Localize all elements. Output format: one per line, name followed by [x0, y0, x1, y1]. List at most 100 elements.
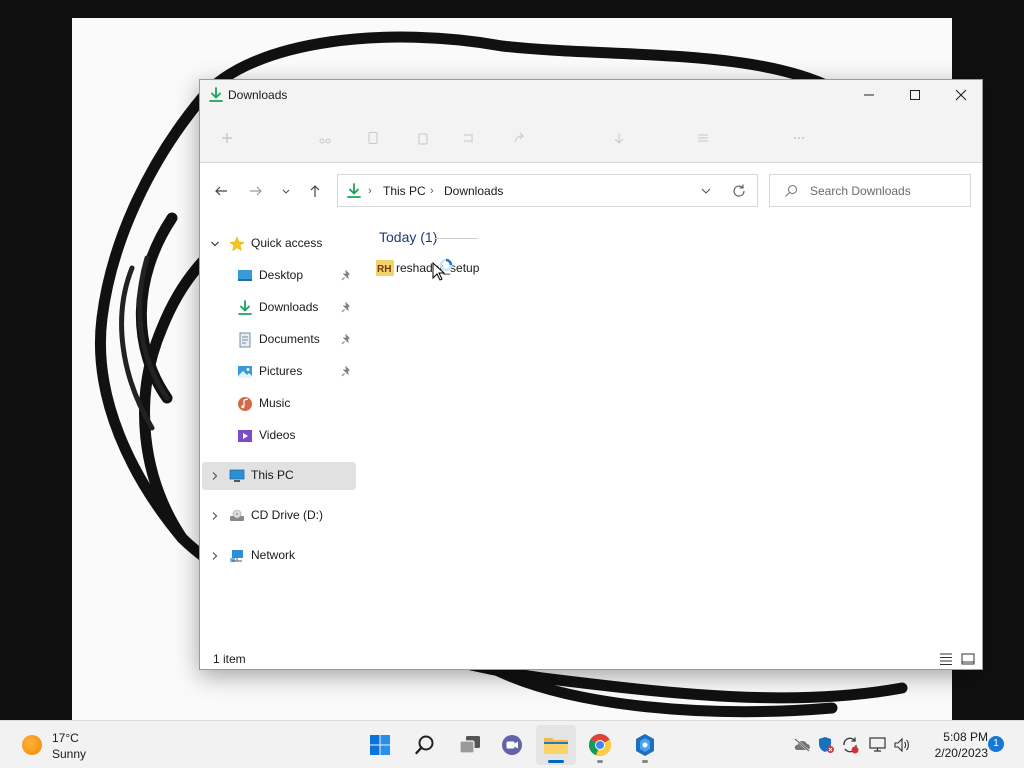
speaker-icon	[894, 737, 909, 753]
new-button[interactable]	[220, 130, 234, 146]
update-icon[interactable]	[840, 735, 860, 755]
monitor-icon	[869, 737, 886, 752]
copy-button[interactable]	[366, 130, 380, 146]
breadcrumb-separator: ›	[430, 185, 434, 197]
computer-icon	[229, 469, 245, 482]
sidebar-item-label: Videos	[259, 428, 296, 442]
sidebar-item-network[interactable]: Network	[202, 542, 356, 570]
view-icon	[698, 134, 708, 142]
share-icon	[514, 132, 524, 143]
breadcrumb-downloads[interactable]: Downloads	[444, 184, 503, 198]
cut-button[interactable]	[318, 130, 332, 146]
minimize-icon	[864, 94, 874, 96]
minimize-button[interactable]	[846, 80, 892, 110]
network-icon	[230, 550, 243, 562]
weather-widget[interactable]: 17°C Sunny	[20, 729, 100, 763]
sidebar-item-music[interactable]: Music	[202, 390, 356, 418]
list-item[interactable]: RH reshader_setup	[376, 258, 496, 281]
sidebar-item-videos[interactable]: Videos	[202, 422, 356, 450]
running-indicator	[642, 760, 648, 763]
sort-icon	[614, 133, 624, 144]
defender-icon[interactable]	[816, 735, 836, 755]
more-icon	[794, 137, 804, 139]
breadcrumb-this-pc[interactable]: This PC	[383, 184, 426, 198]
file-list: Today (1) RH reshader_setup	[370, 220, 970, 650]
notification-badge[interactable]: 1	[988, 736, 1004, 752]
chevron-down-icon[interactable]	[698, 183, 714, 199]
sidebar-item-documents[interactable]: Documents	[202, 326, 356, 354]
downloads-icon	[238, 300, 252, 315]
back-button[interactable]	[210, 180, 232, 202]
clock[interactable]: 5:08 PM 2/20/2023	[918, 730, 988, 760]
onedrive-icon[interactable]	[792, 735, 812, 755]
details-view-icon[interactable]	[938, 651, 954, 667]
svg-text:RH: RH	[377, 264, 391, 275]
copy-icon	[368, 132, 378, 144]
maximize-icon	[910, 90, 920, 100]
chevron-right-icon	[212, 512, 218, 520]
chevron-right-icon	[212, 472, 218, 480]
sidebar-item-label: Desktop	[259, 268, 304, 282]
forward-button[interactable]	[245, 180, 267, 202]
weather-temperature: 17°C	[52, 731, 79, 745]
sidebar-item-label: Network	[251, 548, 296, 562]
up-button[interactable]	[304, 180, 326, 202]
cut-icon	[319, 138, 331, 144]
maximize-button[interactable]	[892, 80, 938, 110]
rename-button[interactable]	[462, 130, 476, 146]
sidebar-item-cd-drive[interactable]: CD Drive (D:)	[202, 502, 356, 530]
chevron-down-icon	[211, 241, 219, 247]
sidebar-item-desktop[interactable]: Desktop	[202, 262, 356, 290]
clock-time: 5:08 PM	[943, 730, 988, 744]
file-explorer-window: Downloads › This PC › Downloads Search D…	[199, 79, 983, 670]
pin-icon[interactable]	[340, 270, 352, 282]
group-header[interactable]: Today (1)	[379, 229, 437, 245]
search-icon	[415, 735, 434, 755]
search-box[interactable]: Search Downloads	[769, 174, 971, 207]
chrome-icon	[588, 734, 612, 757]
file-explorer-taskbar-button[interactable]	[536, 725, 576, 765]
breadcrumb-separator: ›	[368, 185, 372, 197]
recent-locations-button[interactable]	[275, 180, 297, 202]
paste-icon	[418, 133, 428, 145]
clock-date: 2/20/2023	[934, 746, 988, 760]
refresh-icon[interactable]	[730, 182, 748, 200]
more-button[interactable]	[792, 130, 806, 146]
title-bar[interactable]: Downloads	[200, 80, 982, 110]
start-button[interactable]	[360, 725, 400, 765]
sun-icon	[22, 735, 42, 755]
network-tray-icon[interactable]	[868, 735, 888, 755]
large-icons-view-icon[interactable]	[960, 651, 976, 667]
chat-button[interactable]	[492, 725, 532, 765]
mouse-cursor-icon	[432, 262, 446, 281]
arrow-up-icon	[310, 185, 320, 197]
share-button[interactable]	[512, 130, 526, 146]
videos-icon	[238, 430, 252, 442]
task-view-button[interactable]	[450, 725, 490, 765]
taskbar-search-button[interactable]	[405, 725, 445, 765]
sidebar-item-quick-access[interactable]: Quick access	[202, 230, 356, 258]
view-button[interactable]	[696, 130, 710, 146]
pin-icon[interactable]	[340, 366, 352, 378]
pin-icon[interactable]	[340, 302, 352, 314]
sidebar-item-downloads[interactable]: Downloads	[202, 294, 356, 322]
address-bar[interactable]: › This PC › Downloads	[337, 174, 758, 207]
sidebar-item-this-pc[interactable]: This PC	[202, 462, 356, 490]
downloads-icon	[347, 183, 361, 198]
chat-icon	[502, 735, 522, 755]
command-bar	[200, 110, 982, 163]
sidebar-item-label: Music	[259, 396, 291, 410]
close-button[interactable]	[938, 80, 982, 110]
app-button[interactable]	[625, 725, 665, 765]
chrome-button[interactable]	[580, 725, 620, 765]
sidebar-item-pictures[interactable]: Pictures	[202, 358, 356, 386]
plus-icon	[222, 133, 232, 143]
paste-button[interactable]	[416, 130, 430, 146]
sort-button[interactable]	[612, 130, 626, 146]
status-bar: 1 item	[200, 650, 982, 669]
documents-icon	[239, 332, 251, 348]
volume-icon[interactable]	[892, 735, 912, 755]
pin-icon[interactable]	[340, 334, 352, 346]
app-icon	[636, 734, 654, 756]
arrow-left-icon	[215, 186, 227, 196]
